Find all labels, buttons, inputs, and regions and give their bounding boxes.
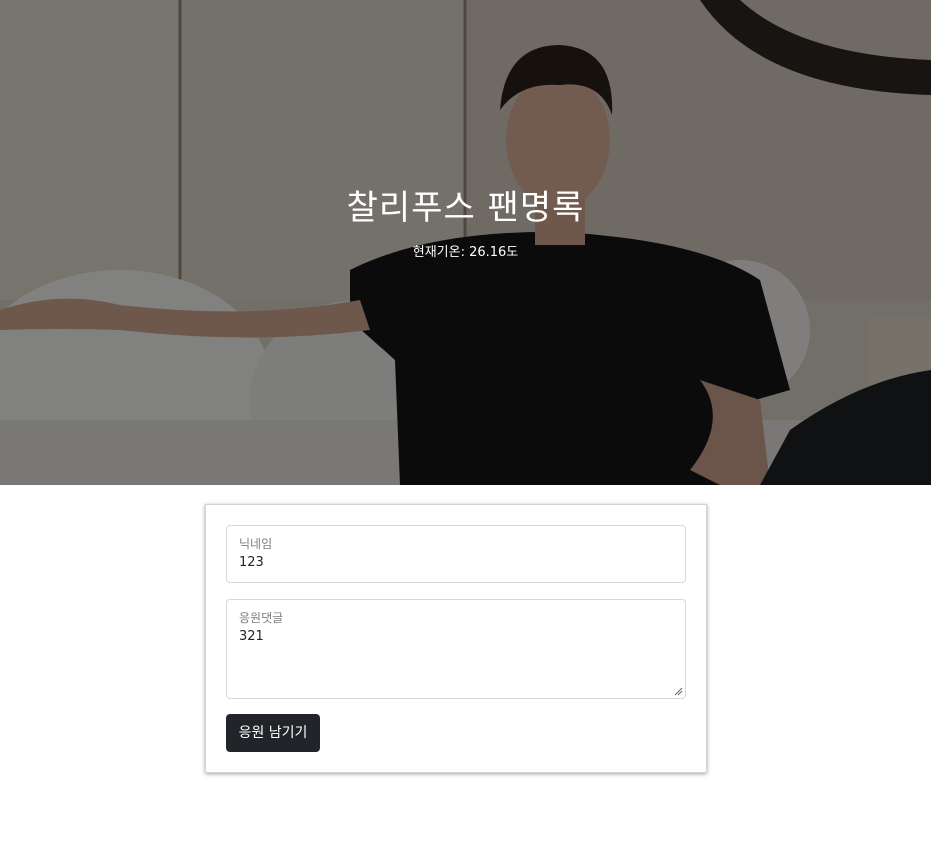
submit-cheer-button[interactable]: 응원 남기기 (226, 714, 320, 752)
comment-label: 응원댓글 (239, 611, 284, 625)
comment-textarea[interactable]: 응원댓글 321 (226, 599, 686, 699)
weather-text: 현재기온: 26.16도 (412, 245, 519, 260)
guestbook-form-card: 닉네임 123 응원댓글 321 응원 남기기 (205, 504, 707, 773)
hero-banner: 찰리푸스 팬명록 현재기온: 26.16도 (0, 0, 931, 485)
resize-handle-icon[interactable] (674, 687, 683, 696)
nickname-label: 닉네임 (239, 537, 273, 551)
comment-input[interactable]: 321 (239, 628, 264, 646)
nickname-field[interactable]: 닉네임 123 (226, 525, 686, 583)
nickname-input[interactable]: 123 (239, 554, 264, 572)
page-title: 찰리푸스 팬명록 (346, 188, 585, 228)
